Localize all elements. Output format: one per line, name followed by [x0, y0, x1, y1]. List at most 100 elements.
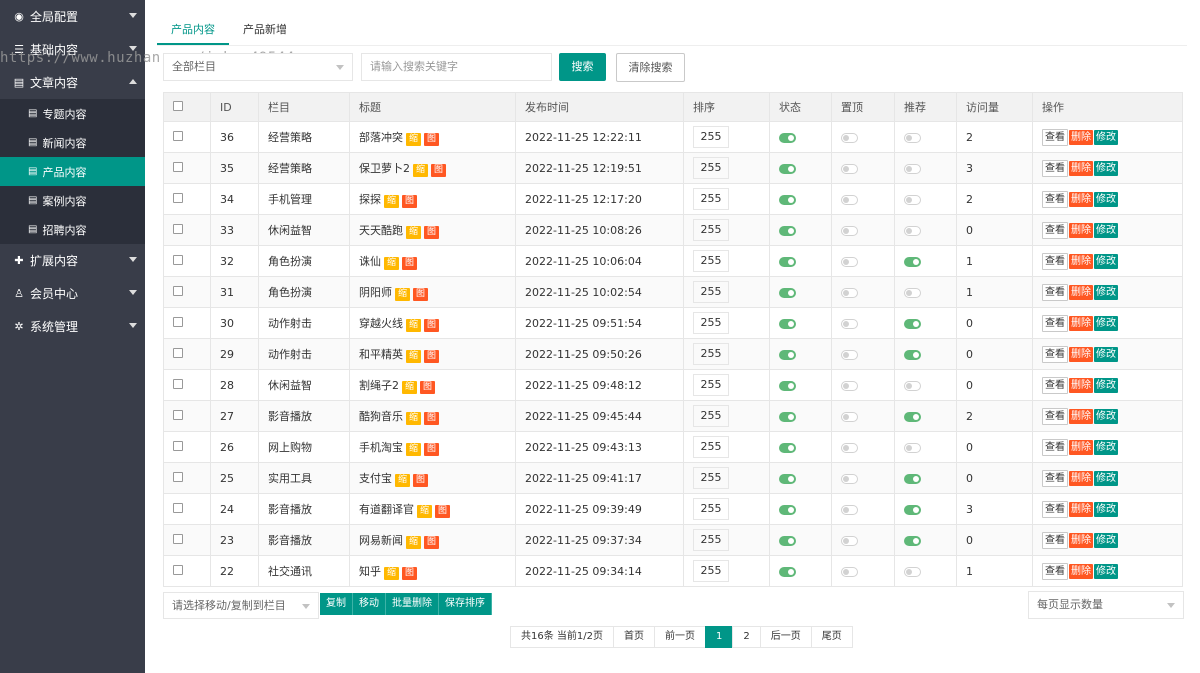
- view-button[interactable]: 查看: [1042, 159, 1068, 177]
- row-checkbox[interactable]: [173, 533, 183, 544]
- row-checkbox[interactable]: [173, 254, 183, 265]
- top-toggle[interactable]: [841, 256, 858, 267]
- sort-input[interactable]: 255: [693, 188, 729, 210]
- row-title[interactable]: 手机淘宝: [359, 441, 403, 454]
- status-toggle[interactable]: [779, 287, 796, 298]
- top-toggle[interactable]: [841, 380, 858, 391]
- select-all-checkbox[interactable]: [173, 100, 183, 111]
- row-checkbox[interactable]: [173, 223, 183, 234]
- row-title[interactable]: 穿越火线: [359, 317, 403, 330]
- sort-input[interactable]: 255: [693, 374, 729, 396]
- sort-input[interactable]: 255: [693, 219, 729, 241]
- sort-input[interactable]: 255: [693, 281, 729, 303]
- status-toggle[interactable]: [779, 225, 796, 236]
- status-toggle[interactable]: [779, 318, 796, 329]
- row-title[interactable]: 诛仙: [359, 255, 381, 268]
- row-title[interactable]: 割绳子2: [359, 379, 399, 392]
- tab-product-content[interactable]: 产品内容: [157, 16, 229, 45]
- edit-button[interactable]: 修改: [1094, 253, 1118, 269]
- row-title[interactable]: 阴阳师: [359, 286, 392, 299]
- view-button[interactable]: 查看: [1042, 500, 1068, 518]
- top-toggle[interactable]: [841, 132, 858, 143]
- category-select[interactable]: 全部栏目: [163, 53, 353, 81]
- status-toggle[interactable]: [779, 380, 796, 391]
- sort-input[interactable]: 255: [693, 250, 729, 272]
- view-button[interactable]: 查看: [1042, 314, 1068, 332]
- top-toggle[interactable]: [841, 287, 858, 298]
- status-toggle[interactable]: [779, 256, 796, 267]
- delete-button[interactable]: 删除: [1069, 315, 1093, 331]
- batch-delete-button[interactable]: 批量删除: [386, 593, 439, 615]
- status-toggle[interactable]: [779, 442, 796, 453]
- row-checkbox[interactable]: [173, 285, 183, 296]
- sort-input[interactable]: 255: [693, 498, 729, 520]
- save-sort-button[interactable]: 保存排序: [439, 593, 492, 615]
- recommend-toggle[interactable]: [904, 132, 921, 143]
- next-page-button[interactable]: 后一页: [759, 626, 812, 648]
- sidebar-group[interactable]: ✲ 系统管理: [0, 310, 145, 343]
- delete-button[interactable]: 删除: [1069, 160, 1093, 176]
- recommend-toggle[interactable]: [904, 256, 921, 267]
- recommend-toggle[interactable]: [904, 194, 921, 205]
- sort-input[interactable]: 255: [693, 436, 729, 458]
- sort-input[interactable]: 255: [693, 343, 729, 365]
- row-title[interactable]: 知乎: [359, 565, 381, 578]
- recommend-toggle[interactable]: [904, 504, 921, 515]
- row-title[interactable]: 部落冲突: [359, 131, 403, 144]
- status-toggle[interactable]: [779, 132, 796, 143]
- view-button[interactable]: 查看: [1042, 252, 1068, 270]
- recommend-toggle[interactable]: [904, 225, 921, 236]
- first-page-button[interactable]: 首页: [613, 626, 655, 648]
- top-toggle[interactable]: [841, 194, 858, 205]
- view-button[interactable]: 查看: [1042, 407, 1068, 425]
- row-checkbox[interactable]: [173, 440, 183, 451]
- delete-button[interactable]: 删除: [1069, 222, 1093, 238]
- view-button[interactable]: 查看: [1042, 562, 1068, 580]
- row-title[interactable]: 支付宝: [359, 472, 392, 485]
- edit-button[interactable]: 修改: [1094, 315, 1118, 331]
- row-checkbox[interactable]: [173, 161, 183, 172]
- sort-input[interactable]: 255: [693, 467, 729, 489]
- top-toggle[interactable]: [841, 349, 858, 360]
- top-toggle[interactable]: [841, 163, 858, 174]
- edit-button[interactable]: 修改: [1094, 408, 1118, 424]
- sort-input[interactable]: 255: [693, 312, 729, 334]
- status-toggle[interactable]: [779, 535, 796, 546]
- row-title[interactable]: 网易新闻: [359, 534, 403, 547]
- row-checkbox[interactable]: [173, 564, 183, 575]
- row-title[interactable]: 保卫萝卜2: [359, 162, 410, 175]
- status-toggle[interactable]: [779, 411, 796, 422]
- delete-button[interactable]: 删除: [1069, 377, 1093, 393]
- delete-button[interactable]: 删除: [1069, 501, 1093, 517]
- recommend-toggle[interactable]: [904, 380, 921, 391]
- edit-button[interactable]: 修改: [1094, 470, 1118, 486]
- sidebar-item[interactable]: ▤ 产品内容: [0, 157, 145, 186]
- delete-button[interactable]: 删除: [1069, 129, 1093, 145]
- view-button[interactable]: 查看: [1042, 345, 1068, 363]
- page-2-button[interactable]: 2: [732, 626, 761, 648]
- delete-button[interactable]: 删除: [1069, 563, 1093, 579]
- delete-button[interactable]: 删除: [1069, 470, 1093, 486]
- delete-button[interactable]: 删除: [1069, 439, 1093, 455]
- delete-button[interactable]: 删除: [1069, 532, 1093, 548]
- status-toggle[interactable]: [779, 504, 796, 515]
- search-input[interactable]: 请输入搜索关键字: [361, 53, 552, 81]
- edit-button[interactable]: 修改: [1094, 563, 1118, 579]
- sidebar-item[interactable]: ▤ 专题内容: [0, 99, 145, 128]
- row-checkbox[interactable]: [173, 316, 183, 327]
- top-toggle[interactable]: [841, 225, 858, 236]
- recommend-toggle[interactable]: [904, 473, 921, 484]
- recommend-toggle[interactable]: [904, 318, 921, 329]
- sort-input[interactable]: 255: [693, 560, 729, 582]
- last-page-button[interactable]: 尾页: [810, 626, 853, 648]
- top-toggle[interactable]: [841, 442, 858, 453]
- row-checkbox[interactable]: [173, 502, 183, 513]
- view-button[interactable]: 查看: [1042, 221, 1068, 239]
- row-checkbox[interactable]: [173, 471, 183, 482]
- page-1-button[interactable]: 1: [705, 626, 734, 648]
- delete-button[interactable]: 删除: [1069, 253, 1093, 269]
- sidebar-item[interactable]: ▤ 招聘内容: [0, 215, 145, 244]
- recommend-toggle[interactable]: [904, 442, 921, 453]
- sort-input[interactable]: 255: [693, 126, 729, 148]
- edit-button[interactable]: 修改: [1094, 129, 1118, 145]
